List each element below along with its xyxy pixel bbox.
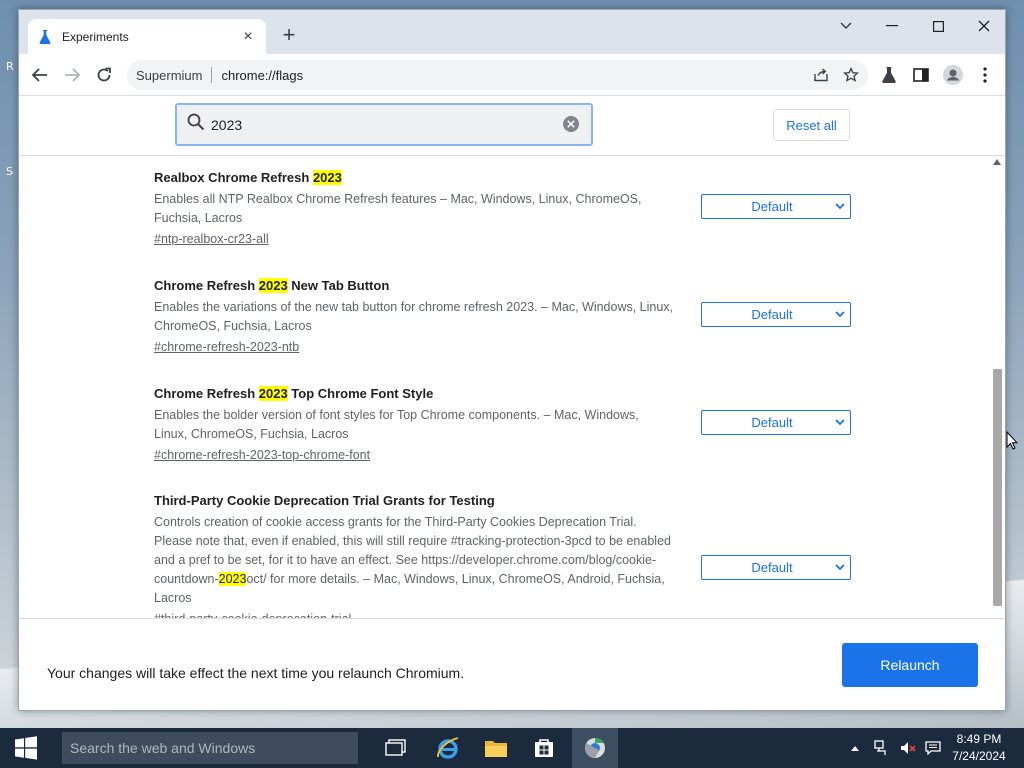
tab-close-icon[interactable]: ×	[240, 28, 256, 46]
new-tab-button[interactable]: +	[276, 23, 302, 49]
side-panel-icon[interactable]	[908, 62, 934, 88]
url-text[interactable]: chrome://flags	[221, 68, 808, 83]
bookmark-star-icon[interactable]	[838, 62, 864, 88]
flag-permalink[interactable]: #chrome-refresh-2023-ntb	[154, 338, 299, 357]
flag-description: Enables the bolder version of font style…	[154, 408, 639, 441]
clear-search-icon[interactable]	[562, 115, 582, 135]
tab-search-chevron-icon[interactable]	[823, 10, 869, 42]
clock-time: 8:49 PM	[956, 732, 1002, 746]
internet-explorer-icon[interactable]	[425, 728, 471, 768]
tab-strip: Experiments × +	[19, 10, 1005, 54]
show-hidden-icons-chevron-icon[interactable]	[846, 728, 864, 768]
volume-muted-icon[interactable]	[897, 728, 919, 768]
search-highlight: 2023	[218, 572, 247, 586]
reset-all-button[interactable]: Reset all	[773, 109, 850, 141]
taskbar-search-box[interactable]: Search the web and Windows	[62, 732, 358, 764]
flag-state-select[interactable]: Default	[701, 555, 851, 580]
desktop-icon-label[interactable]: S	[6, 165, 13, 178]
scrollbar-thumb[interactable]	[993, 369, 1002, 606]
flag-permalink[interactable]: #ntp-realbox-cr23-all	[154, 230, 269, 249]
flag-permalink[interactable]: #third-party-cookie-deprecation-trial	[154, 610, 351, 618]
file-explorer-icon[interactable]	[473, 728, 519, 768]
relaunch-footer: Your changes will take effect the next t…	[19, 618, 1005, 710]
task-view-icon[interactable]	[373, 728, 419, 768]
network-icon[interactable]	[871, 728, 893, 768]
vertical-scrollbar[interactable]	[990, 157, 1004, 618]
address-bar[interactable]: Supermium chrome://flags	[127, 60, 868, 90]
maximize-button[interactable]	[915, 10, 961, 42]
flag-state-select[interactable]: Default	[701, 302, 851, 327]
tab-experiments[interactable]: Experiments ×	[28, 19, 266, 54]
store-icon[interactable]	[521, 728, 567, 768]
chevron-down-icon	[830, 419, 850, 426]
search-icon	[187, 113, 205, 136]
flag-state-select[interactable]: Default	[701, 194, 851, 219]
search-highlight: 2023	[312, 170, 342, 185]
flag-title: Realbox Chrome Refresh 2023	[154, 170, 342, 185]
site-chip[interactable]: Supermium	[136, 68, 202, 83]
flags-header: Reset all	[19, 97, 1005, 156]
reload-icon[interactable]	[91, 62, 117, 88]
chevron-down-icon	[830, 564, 850, 571]
minimize-button[interactable]	[869, 10, 915, 42]
notifications-icon[interactable]	[922, 728, 944, 768]
scroll-up-arrow-icon[interactable]	[993, 159, 1001, 165]
flags-search-box[interactable]	[175, 103, 593, 146]
system-clock[interactable]: 8:49 PM 7/24/2024	[944, 731, 1014, 765]
flag-state-select[interactable]: Default	[701, 410, 851, 435]
flag-description: Enables all NTP Realbox Chrome Refresh f…	[154, 192, 642, 225]
mouse-cursor-icon	[1006, 430, 1019, 456]
labs-flask-icon[interactable]	[876, 62, 902, 88]
flags-list: Realbox Chrome Refresh 2023 Enables all …	[19, 157, 1005, 618]
flag-item: Chrome Refresh 2023 New Tab Button Enabl…	[154, 277, 854, 357]
flag-title: Third-Party Cookie Deprecation Trial Gra…	[154, 493, 495, 508]
menu-kebab-icon[interactable]	[972, 62, 998, 88]
taskbar: Search the web and Windows 8:49 PM 7/24/…	[0, 728, 1024, 768]
chevron-down-icon	[830, 311, 850, 318]
tab-title: Experiments	[62, 29, 129, 44]
supermium-browser-icon[interactable]	[572, 728, 618, 768]
close-window-button[interactable]	[961, 10, 1007, 42]
browser-window: Experiments × + Supermium chrome://flags…	[18, 9, 1006, 711]
flag-permalink[interactable]: #chrome-refresh-2023-top-chrome-font	[154, 446, 370, 465]
search-highlight: 2023	[258, 386, 288, 401]
profile-avatar-icon[interactable]	[940, 62, 966, 88]
clock-date: 7/24/2024	[952, 749, 1006, 763]
flag-title: Chrome Refresh 2023 Top Chrome Font Styl…	[154, 386, 434, 401]
chevron-down-icon	[830, 203, 850, 210]
share-icon[interactable]	[808, 62, 834, 88]
flag-description: Controls creation of cookie access grant…	[154, 515, 671, 605]
windows-start-icon[interactable]	[0, 728, 52, 768]
desktop-icon-label[interactable]: R	[6, 60, 14, 73]
flag-item: Chrome Refresh 2023 Top Chrome Font Styl…	[154, 385, 854, 465]
relaunch-button[interactable]: Relaunch	[842, 643, 978, 687]
flag-item: Third-Party Cookie Deprecation Trial Gra…	[154, 492, 854, 618]
back-arrow-icon[interactable]	[27, 62, 53, 88]
relaunch-message: Your changes will take effect the next t…	[47, 665, 465, 681]
flag-item: Realbox Chrome Refresh 2023 Enables all …	[154, 169, 854, 249]
flag-description: Enables the variations of the new tab bu…	[154, 300, 674, 333]
flag-title: Chrome Refresh 2023 New Tab Button	[154, 278, 390, 293]
flask-icon	[38, 29, 52, 45]
omnibox-divider	[211, 67, 213, 83]
forward-arrow-icon[interactable]	[59, 62, 85, 88]
flags-search-input[interactable]	[205, 105, 562, 144]
browser-toolbar: Supermium chrome://flags	[19, 54, 1005, 96]
search-highlight: 2023	[258, 278, 288, 293]
